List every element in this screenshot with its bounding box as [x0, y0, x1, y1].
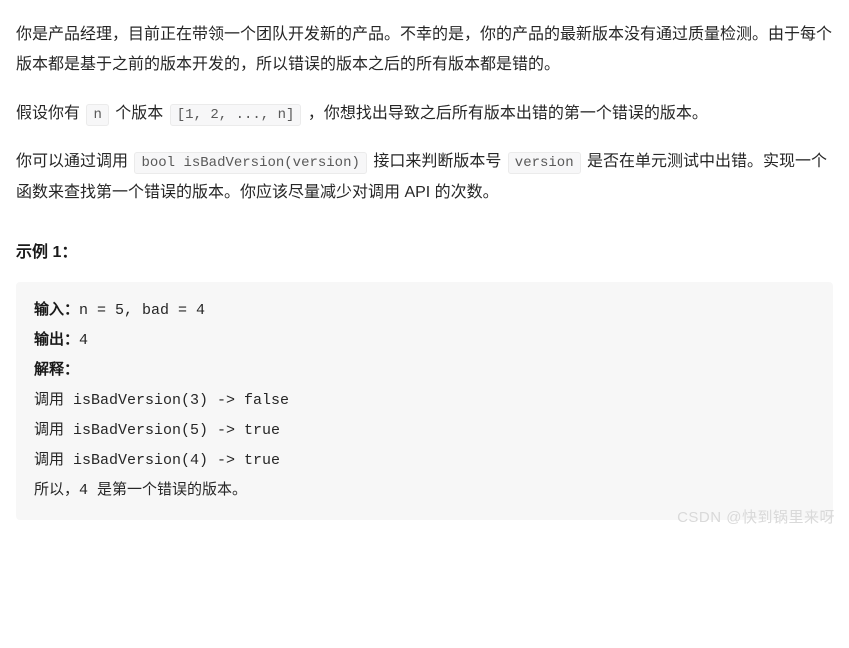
- code-n: n: [86, 104, 108, 126]
- watermark: CSDN @快到锅里来呀: [677, 504, 835, 533]
- explain-line-1: 调用 isBadVersion(3) -> false: [34, 392, 289, 409]
- paragraph-3: 你可以通过调用 bool isBadVersion(version) 接口来判断…: [16, 147, 833, 208]
- input-label: 输入：: [34, 302, 79, 319]
- code-func: bool isBadVersion(version): [134, 152, 366, 174]
- code-array: [1, 2, ..., n]: [170, 104, 302, 126]
- output-label: 输出：: [34, 332, 79, 349]
- explain-line-4: 所以，4 是第一个错误的版本。: [34, 482, 247, 499]
- paragraph-2: 假设你有 n 个版本 [1, 2, ..., n] ，你想找出导致之后所有版本出…: [16, 99, 833, 129]
- para1-text: 你是产品经理，目前正在带领一个团队开发新的产品。不幸的是，你的产品的最新版本没有…: [16, 26, 832, 73]
- code-version: version: [508, 152, 581, 174]
- example-heading: 示例 1：: [16, 238, 833, 268]
- para3-prefix: 你可以通过调用: [16, 153, 132, 170]
- explain-line-2: 调用 isBadVersion(5) -> true: [34, 422, 280, 439]
- explain-line-3: 调用 isBadVersion(4) -> true: [34, 452, 280, 469]
- explain-label: 解释：: [34, 362, 79, 379]
- para2-prefix: 假设你有: [16, 105, 84, 122]
- para2-between: 个版本: [111, 105, 168, 122]
- example-codeblock: 输入：n = 5, bad = 4 输出：4 解释： 调用 isBadVersi…: [16, 282, 833, 520]
- input-value: n = 5, bad = 4: [79, 302, 205, 319]
- para2-suffix: ，你想找出导致之后所有版本出错的第一个错误的版本。: [303, 105, 707, 122]
- output-value: 4: [79, 332, 88, 349]
- para3-mid1: 接口来判断版本号: [369, 153, 506, 170]
- paragraph-1: 你是产品经理，目前正在带领一个团队开发新的产品。不幸的是，你的产品的最新版本没有…: [16, 20, 833, 81]
